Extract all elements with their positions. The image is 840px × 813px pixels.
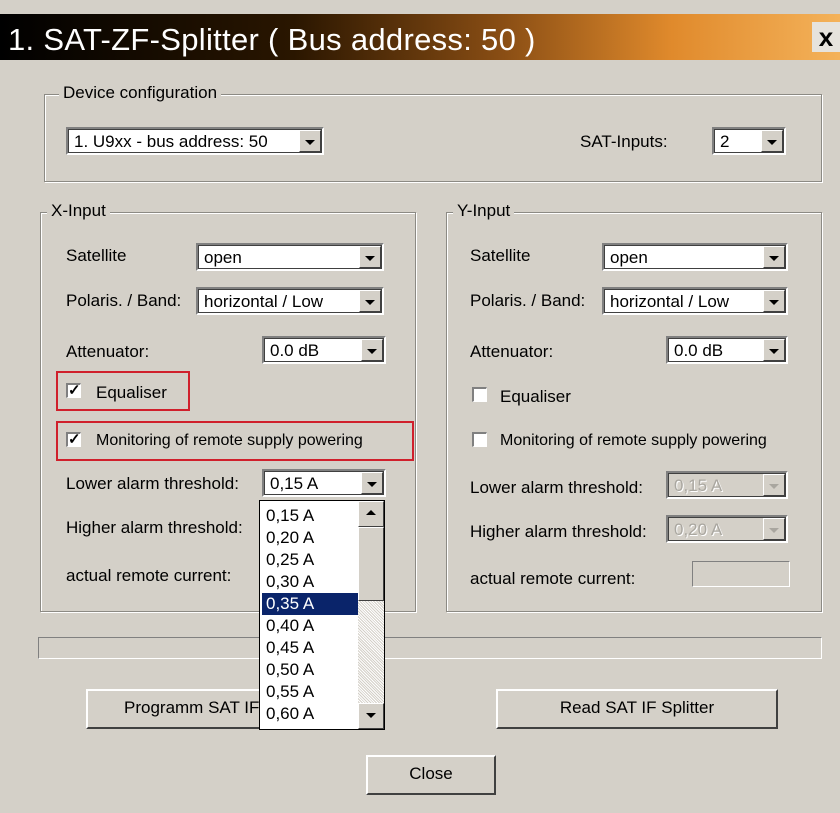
y-higher-threshold-label: Higher alarm threshold:: [470, 522, 647, 541]
x-satellite-select[interactable]: open: [196, 243, 384, 271]
chevron-down-icon[interactable]: [763, 290, 785, 312]
y-remote-current-field: [692, 561, 790, 587]
dropdown-option[interactable]: 0,15 A: [262, 505, 358, 527]
y-polaris-value: horizontal / Low: [610, 292, 730, 311]
x-satellite-value: open: [204, 248, 242, 267]
y-attenuator-value: 0.0 dB: [674, 341, 724, 360]
y-equaliser-label[interactable]: Equaliser: [500, 387, 571, 407]
dropdown-option[interactable]: 0,40 A: [262, 615, 358, 637]
programm-sat-if-splitter-button[interactable]: Programm SAT IF Splitter: [86, 689, 286, 729]
x-attenuator-select[interactable]: 0.0 dB: [262, 336, 386, 364]
chevron-down-icon[interactable]: [761, 130, 783, 152]
y-attenuator-select[interactable]: 0.0 dB: [666, 336, 788, 364]
dropdown-option[interactable]: 0,35 A: [262, 593, 358, 615]
x-attenuator-value: 0.0 dB: [270, 341, 320, 360]
x-lower-threshold-select[interactable]: 0,15 A: [262, 469, 386, 497]
sat-inputs-value: 2: [720, 132, 730, 151]
window-title: 1. SAT-ZF-Splitter ( Bus address: 50 ): [8, 22, 536, 57]
chevron-down-icon[interactable]: [361, 472, 383, 494]
scroll-thumb[interactable]: [358, 527, 384, 601]
x-polaris-label: Polaris. / Band:: [66, 291, 182, 310]
dropdown-scrollbar[interactable]: [358, 501, 384, 729]
chevron-down-icon[interactable]: [299, 130, 321, 152]
x-equaliser-checkbox[interactable]: ✓: [66, 383, 81, 398]
y-polaris-label: Polaris. / Band:: [470, 291, 586, 310]
y-monitoring-checkbox[interactable]: [472, 432, 487, 447]
y-lower-threshold-value: 0,15 A: [674, 476, 723, 495]
y-higher-threshold-value: 0,20 A: [674, 520, 723, 539]
x-lower-threshold-value: 0,15 A: [270, 474, 319, 493]
dropdown-option[interactable]: 0,20 A: [262, 527, 358, 549]
x-monitoring-label[interactable]: Monitoring of remote supply powering: [96, 432, 363, 450]
y-higher-threshold-select[interactable]: 0,20 A: [666, 515, 788, 543]
y-satellite-select[interactable]: open: [602, 243, 788, 271]
x-input-legend: X-Input: [47, 201, 110, 221]
y-lower-threshold-select[interactable]: 0,15 A: [666, 471, 788, 499]
x-higher-threshold-label: Higher alarm threshold:: [66, 518, 243, 537]
y-monitoring-label[interactable]: Monitoring of remote supply powering: [500, 432, 767, 450]
x-lower-threshold-label: Lower alarm threshold:: [66, 474, 239, 493]
scroll-up-icon[interactable]: [358, 501, 384, 527]
dropdown-option[interactable]: 0,25 A: [262, 549, 358, 571]
progress-bar: [38, 637, 822, 659]
y-attenuator-label: Attenuator:: [470, 342, 554, 361]
x-remote-current-label: actual remote current:: [66, 566, 232, 585]
chevron-down-icon[interactable]: [763, 246, 785, 268]
x-monitoring-checkbox[interactable]: ✓: [66, 432, 81, 447]
dropdown-option[interactable]: 0,55 A: [262, 681, 358, 703]
y-input-group: Y-Input: [446, 201, 822, 612]
y-equaliser-checkbox[interactable]: [472, 387, 487, 402]
device-configuration-legend: Device configuration: [59, 83, 222, 103]
dropdown-option[interactable]: 0,45 A: [262, 637, 358, 659]
x-equaliser-label[interactable]: Equaliser: [96, 383, 167, 403]
chevron-down-icon[interactable]: [763, 339, 785, 361]
sat-inputs-label: SAT-Inputs:: [580, 132, 668, 151]
x-polaris-value: horizontal / Low: [204, 292, 324, 311]
x-satellite-label: Satellite: [66, 246, 127, 265]
chevron-down-icon[interactable]: [359, 246, 381, 268]
chevron-down-icon[interactable]: [359, 290, 381, 312]
device-select[interactable]: 1. U9xx - bus address: 50: [66, 127, 324, 155]
scroll-down-icon[interactable]: [358, 703, 384, 729]
alarm-threshold-dropdown-list[interactable]: 0,15 A 0,20 A 0,25 A 0,30 A 0,35 A 0,40 A 0,45…: [259, 500, 385, 730]
close-icon[interactable]: x: [812, 22, 840, 52]
chevron-down-icon[interactable]: [763, 518, 785, 540]
y-satellite-label: Satellite: [470, 246, 531, 265]
y-lower-threshold-label: Lower alarm threshold:: [470, 478, 643, 497]
dropdown-option[interactable]: 0,60 A: [262, 703, 358, 725]
chevron-down-icon[interactable]: [361, 339, 383, 361]
dropdown-option[interactable]: 0,50 A: [262, 659, 358, 681]
dropdown-option[interactable]: 0,30 A: [262, 571, 358, 593]
dialog-window: 1. SAT-ZF-Splitter ( Bus address: 50 ) x…: [0, 0, 840, 813]
y-remote-current-label: actual remote current:: [470, 569, 636, 588]
x-polaris-select[interactable]: horizontal / Low: [196, 287, 384, 315]
y-polaris-select[interactable]: horizontal / Low: [602, 287, 788, 315]
y-satellite-value: open: [610, 248, 648, 267]
x-attenuator-label: Attenuator:: [66, 342, 150, 361]
y-input-legend: Y-Input: [453, 201, 515, 221]
chevron-down-icon[interactable]: [763, 474, 785, 496]
close-button[interactable]: Close: [366, 755, 496, 795]
title-bar[interactable]: 1. SAT-ZF-Splitter ( Bus address: 50 ) x: [0, 14, 840, 60]
device-select-value: 1. U9xx - bus address: 50: [74, 132, 268, 151]
sat-inputs-select[interactable]: 2: [712, 127, 786, 155]
read-sat-if-splitter-button[interactable]: Read SAT IF Splitter: [496, 689, 778, 729]
